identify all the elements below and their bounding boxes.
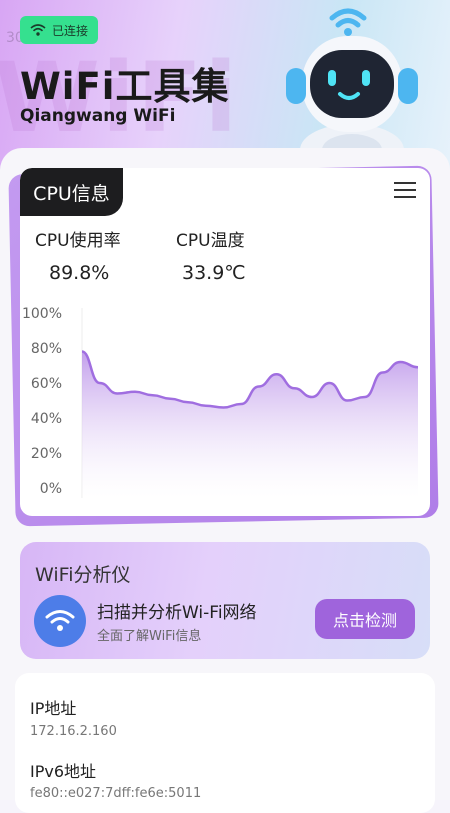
cpu-usage-chart: 100% 80% 60% 40% 20% 0%: [22, 306, 419, 498]
cpu-usage-label: CPU使用率: [35, 231, 121, 251]
app-subtitle: Qiangwang WiFi: [20, 106, 176, 126]
connection-status-label: 已连接: [52, 23, 89, 38]
y-tick-label: 60%: [31, 376, 62, 392]
cpu-temp-label: CPU温度: [176, 231, 245, 251]
scan-subtitle: 全面了解WiFi信息: [97, 629, 202, 644]
app-title: WiFi工具集: [20, 65, 230, 108]
wifi-status-icon: [30, 23, 46, 37]
cpu-usage-area: [82, 351, 418, 498]
cpu-info-tab[interactable]: CPU信息: [20, 168, 123, 216]
network-info-card: IP地址 172.16.2.160 IPv6地址 fe80::e027:7dff…: [15, 673, 435, 813]
cpu-info-card: CPU信息 CPU使用率 CPU温度 89.8% 33.9℃ 100% 80% 60…: [20, 168, 430, 516]
y-tick-label: 20%: [31, 446, 62, 462]
wifi-icon: [34, 595, 86, 647]
y-tick-label: 0%: [40, 481, 62, 497]
ip-label: IP地址: [30, 699, 77, 718]
cpu-temp-value: 33.9℃: [182, 262, 246, 284]
y-tick-label: 40%: [31, 411, 62, 427]
y-tick-label: 100%: [22, 306, 62, 322]
connection-status-badge: 已连接: [20, 16, 99, 44]
wifi-analyzer-card: WiFi分析仪 扫描并分析Wi-Fi网络 全面了解WiFi信息 点击检测: [20, 542, 430, 659]
cpu-usage-value: 89.8%: [49, 262, 110, 284]
scan-title: 扫描并分析Wi-Fi网络: [97, 603, 257, 623]
y-tick-label: 80%: [31, 341, 62, 357]
ipv6-label: IPv6地址: [30, 762, 97, 781]
menu-icon[interactable]: [394, 182, 416, 200]
check-button[interactable]: 点击检测: [315, 599, 415, 639]
ipv6-value: fe80::e027:7dff:fe6e:5011: [30, 786, 202, 801]
wifi-analyzer-title: WiFi分析仪: [35, 564, 131, 586]
ip-value: 172.16.2.160: [30, 724, 117, 739]
robot-mascot-icon: [286, 8, 418, 160]
